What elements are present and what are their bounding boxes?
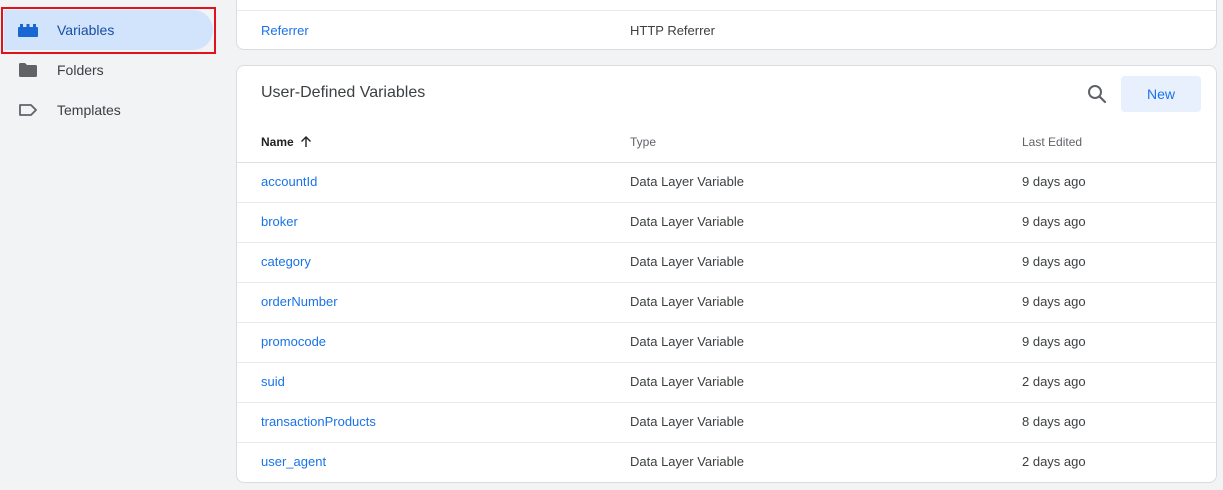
sidebar-item-label: Variables bbox=[57, 22, 115, 38]
sidebar-item-templates[interactable]: Templates bbox=[4, 90, 213, 130]
last-edited: 8 days ago bbox=[1022, 414, 1086, 429]
sidebar-item-label: Templates bbox=[57, 102, 121, 118]
sidebar-item-folders[interactable]: Folders bbox=[4, 50, 213, 90]
label-icon bbox=[16, 98, 40, 122]
last-edited: 2 days ago bbox=[1022, 454, 1086, 469]
variable-type: Data Layer Variable bbox=[630, 174, 744, 189]
variable-name-link[interactable]: category bbox=[261, 254, 311, 269]
search-icon bbox=[1088, 85, 1107, 104]
builtin-variables-card: Referrer HTTP Referrer bbox=[236, 0, 1217, 50]
last-edited: 9 days ago bbox=[1022, 254, 1086, 269]
variable-name-link[interactable]: orderNumber bbox=[261, 294, 338, 309]
variable-type: Data Layer Variable bbox=[630, 414, 744, 429]
last-edited: 2 days ago bbox=[1022, 374, 1086, 389]
last-edited: 9 days ago bbox=[1022, 214, 1086, 229]
variable-type: Data Layer Variable bbox=[630, 254, 744, 269]
variable-name-link[interactable]: promocode bbox=[261, 334, 326, 349]
column-header-last-edited[interactable]: Last Edited bbox=[1022, 135, 1082, 149]
variable-name-link[interactable]: accountId bbox=[261, 174, 317, 189]
table-row[interactable]: broker Data Layer Variable 9 days ago bbox=[237, 202, 1216, 243]
table-row[interactable]: transactionProducts Data Layer Variable 8 … bbox=[237, 402, 1216, 443]
table-row[interactable]: suid Data Layer Variable 2 days ago bbox=[237, 362, 1216, 403]
column-header-name[interactable]: Name bbox=[261, 135, 312, 149]
table-row[interactable]: user_agent Data Layer Variable 2 days ago bbox=[237, 442, 1216, 482]
last-edited: 9 days ago bbox=[1022, 334, 1086, 349]
variable-type: Data Layer Variable bbox=[630, 374, 744, 389]
new-variable-button[interactable]: New bbox=[1121, 76, 1201, 112]
variable-name-link[interactable]: suid bbox=[261, 374, 285, 389]
table-row: Referrer HTTP Referrer bbox=[237, 10, 1216, 51]
card-title: User-Defined Variables bbox=[261, 84, 426, 101]
table-row[interactable]: category Data Layer Variable 9 days ago bbox=[237, 242, 1216, 283]
last-edited: 9 days ago bbox=[1022, 294, 1086, 309]
table-row[interactable]: promocode Data Layer Variable 9 days ago bbox=[237, 322, 1216, 363]
folder-icon bbox=[16, 58, 40, 82]
column-header-type[interactable]: Type bbox=[630, 135, 656, 149]
variable-type: HTTP Referrer bbox=[630, 23, 715, 38]
table-row[interactable]: orderNumber Data Layer Variable 9 days ago bbox=[237, 282, 1216, 323]
variable-type: Data Layer Variable bbox=[630, 294, 744, 309]
variable-type: Data Layer Variable bbox=[630, 214, 744, 229]
variable-type: Data Layer Variable bbox=[630, 454, 744, 469]
table-row[interactable]: accountId Data Layer Variable 9 days ago bbox=[237, 162, 1216, 203]
column-header-label: Name bbox=[261, 135, 294, 149]
search-button[interactable] bbox=[1085, 80, 1109, 108]
sort-ascending-icon bbox=[300, 136, 312, 148]
table-header: Name Type Last Edited bbox=[237, 122, 1216, 163]
variable-name-link[interactable]: broker bbox=[261, 214, 298, 229]
variable-type: Data Layer Variable bbox=[630, 334, 744, 349]
variable-name-link[interactable]: transactionProducts bbox=[261, 414, 376, 429]
variable-name-link[interactable]: user_agent bbox=[261, 454, 326, 469]
user-defined-variables-card: User-Defined Variables New Name Type Las… bbox=[236, 65, 1217, 483]
sidebar-item-variables[interactable]: Variables bbox=[4, 10, 213, 50]
sidebar-item-label: Folders bbox=[57, 62, 104, 78]
last-edited: 9 days ago bbox=[1022, 174, 1086, 189]
blocks-icon bbox=[16, 18, 40, 42]
variable-name-link[interactable]: Referrer bbox=[261, 23, 309, 38]
sidebar: Variables Folders Templates bbox=[0, 0, 225, 490]
